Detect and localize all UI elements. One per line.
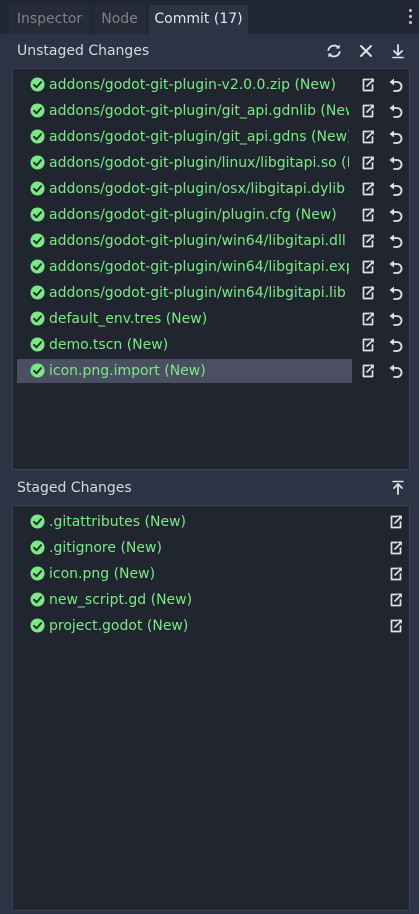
stage-file-icon[interactable] — [360, 233, 376, 249]
stage-file-icon[interactable] — [360, 181, 376, 197]
unstaged-list[interactable]: addons/godot-git-plugin-v2.0.0.zip (New)… — [12, 68, 410, 470]
stage-file-icon[interactable] — [360, 311, 376, 327]
check-icon — [30, 514, 45, 529]
discard-file-icon[interactable] — [388, 259, 404, 275]
staged-list[interactable]: .gitattributes (New) .gitignore (New) icon… — [12, 505, 410, 911]
unstaged-title: Unstaged Changes — [17, 43, 150, 59]
tab-node[interactable]: Node — [93, 5, 146, 34]
check-icon — [30, 285, 45, 300]
more-options-icon[interactable] — [409, 9, 413, 27]
stage-file-icon[interactable] — [360, 103, 376, 119]
check-icon — [30, 540, 45, 555]
stage-file-icon[interactable] — [360, 155, 376, 171]
file-row[interactable]: addons/godot-git-plugin/git_api.gdnlib (… — [17, 99, 407, 123]
file-row[interactable]: addons/godot-git-plugin/plugin.cfg (New) — [17, 203, 407, 227]
check-icon — [30, 207, 45, 222]
file-row[interactable]: default_env.tres (New) — [17, 307, 407, 331]
discard-file-icon[interactable] — [388, 155, 404, 171]
check-icon — [30, 363, 45, 378]
file-name: default_env.tres (New) — [49, 311, 208, 327]
discard-file-icon[interactable] — [388, 207, 404, 223]
file-name: addons/godot-git-plugin/linux/libgitapi.… — [49, 155, 349, 171]
stage-file-icon[interactable] — [360, 363, 376, 379]
file-name: addons/godot-git-plugin/win64/libgitapi.… — [49, 285, 349, 301]
check-icon — [30, 259, 45, 274]
file-name: addons/godot-git-plugin/osx/libgitapi.dy… — [49, 181, 349, 197]
check-icon — [30, 618, 45, 633]
discard-file-icon[interactable] — [388, 129, 404, 145]
stage-file-icon[interactable] — [360, 259, 376, 275]
check-icon — [30, 337, 45, 352]
file-name: new_script.gd (New) — [49, 592, 193, 608]
unstage-file-icon[interactable] — [388, 566, 404, 582]
file-name: addons/godot-git-plugin/win64/libgitapi.… — [49, 233, 349, 249]
file-name: addons/godot-git-plugin/win64/libgitapi.… — [49, 259, 349, 275]
check-icon — [30, 103, 45, 118]
file-row[interactable]: addons/godot-git-plugin/win64/libgitapi.… — [17, 281, 407, 305]
check-icon — [30, 77, 45, 92]
dock-tab-bar: Inspector Node Commit (17) — [0, 0, 419, 34]
file-row[interactable]: icon.png.import (New) — [17, 359, 407, 383]
stage-file-icon[interactable] — [360, 337, 376, 353]
discard-file-icon[interactable] — [388, 103, 404, 119]
unstage-file-icon[interactable] — [388, 514, 404, 530]
check-icon — [30, 181, 45, 196]
stage-file-icon[interactable] — [360, 285, 376, 301]
close-icon[interactable] — [358, 43, 374, 59]
file-row[interactable]: .gitignore (New) — [17, 536, 407, 560]
file-row[interactable]: addons/godot-git-plugin/git_api.gdns (Ne… — [17, 125, 407, 149]
tab-inspector[interactable]: Inspector — [9, 5, 90, 34]
file-name: .gitattributes (New) — [49, 514, 186, 530]
tab-commit[interactable]: Commit (17) — [149, 5, 248, 34]
file-name: icon.png (New) — [49, 566, 156, 582]
commit-dock: Inspector Node Commit (17) Unstaged Chan… — [0, 0, 419, 914]
file-row[interactable]: .gitattributes (New) — [17, 510, 407, 534]
file-row[interactable]: new_script.gd (New) — [17, 588, 407, 612]
file-name: project.godot (New) — [49, 618, 189, 634]
file-name: addons/godot-git-plugin-v2.0.0.zip (New) — [49, 77, 336, 93]
file-row[interactable]: addons/godot-git-plugin/win64/libgitapi.… — [17, 255, 407, 279]
check-icon — [30, 129, 45, 144]
file-name: addons/godot-git-plugin/git_api.gdnlib (… — [49, 103, 349, 119]
check-icon — [30, 592, 45, 607]
unstaged-header: Unstaged Changes — [0, 36, 419, 66]
file-row[interactable]: addons/godot-git-plugin-v2.0.0.zip (New) — [17, 73, 407, 97]
stage-file-icon[interactable] — [360, 129, 376, 145]
check-icon — [30, 311, 45, 326]
unstage-file-icon[interactable] — [388, 592, 404, 608]
discard-file-icon[interactable] — [388, 337, 404, 353]
file-name: .gitignore (New) — [49, 540, 162, 556]
stage-file-icon[interactable] — [360, 77, 376, 93]
discard-file-icon[interactable] — [388, 181, 404, 197]
file-row[interactable]: icon.png (New) — [17, 562, 407, 586]
discard-file-icon[interactable] — [388, 77, 404, 93]
check-icon — [30, 566, 45, 581]
file-name: demo.tscn (New) — [49, 337, 169, 353]
file-row[interactable]: addons/godot-git-plugin/linux/libgitapi.… — [17, 151, 407, 175]
file-name: addons/godot-git-plugin/git_api.gdns (Ne… — [49, 129, 349, 145]
staged-header: Staged Changes — [0, 473, 419, 503]
refresh-icon[interactable] — [326, 43, 342, 59]
file-row[interactable]: addons/godot-git-plugin/osx/libgitapi.dy… — [17, 177, 407, 201]
discard-file-icon[interactable] — [388, 233, 404, 249]
arrow-up-icon[interactable] — [390, 480, 406, 496]
staged-title: Staged Changes — [17, 480, 132, 496]
file-name: icon.png.import (New) — [49, 363, 206, 379]
discard-file-icon[interactable] — [388, 363, 404, 379]
unstage-file-icon[interactable] — [388, 540, 404, 556]
discard-file-icon[interactable] — [388, 285, 404, 301]
unstage-file-icon[interactable] — [388, 618, 404, 634]
stage-file-icon[interactable] — [360, 207, 376, 223]
discard-file-icon[interactable] — [388, 311, 404, 327]
file-row[interactable]: project.godot (New) — [17, 614, 407, 638]
file-row[interactable]: demo.tscn (New) — [17, 333, 407, 357]
check-icon — [30, 233, 45, 248]
arrow-down-icon[interactable] — [390, 43, 406, 59]
file-name: addons/godot-git-plugin/plugin.cfg (New) — [49, 207, 337, 223]
check-icon — [30, 155, 45, 170]
file-row[interactable]: addons/godot-git-plugin/win64/libgitapi.… — [17, 229, 407, 253]
